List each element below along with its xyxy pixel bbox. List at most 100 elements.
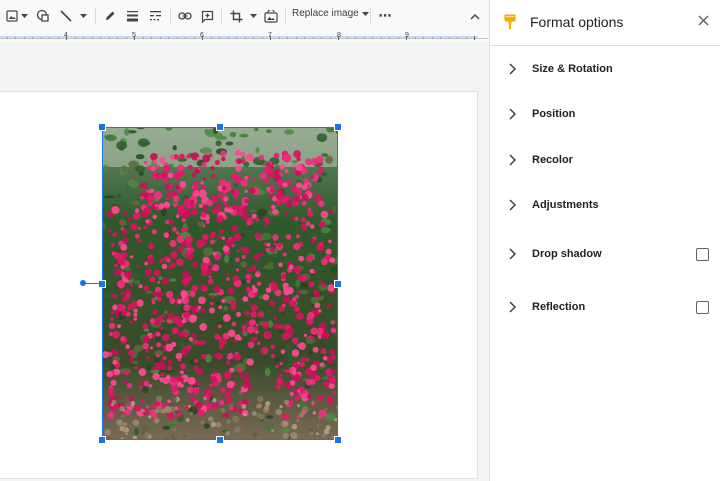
- shape-icon[interactable]: [35, 6, 51, 26]
- format-options-panel: Format options Size & Rotation Position …: [489, 0, 720, 481]
- reset-image-icon[interactable]: [263, 6, 279, 26]
- replace-image-label: Replace image: [292, 8, 359, 19]
- line-icon[interactable]: [58, 6, 74, 26]
- section-label: Reflection: [532, 301, 586, 313]
- close-icon[interactable]: [698, 15, 709, 26]
- ruler-tick: [143, 37, 144, 39]
- border-dash-icon[interactable]: [147, 6, 163, 26]
- section-label: Size & Rotation: [532, 63, 613, 75]
- resize-handle-top-right[interactable]: [334, 123, 342, 131]
- crop-dropdown-icon[interactable]: [249, 6, 257, 26]
- chevron-right-icon: [509, 301, 516, 313]
- ruler-tick: [440, 37, 441, 39]
- ruler-tick: [92, 37, 93, 39]
- selected-image[interactable]: [102, 127, 338, 440]
- section-reflection[interactable]: Reflection: [490, 292, 720, 322]
- ruler-tick: [364, 37, 365, 39]
- ruler-tick: [466, 37, 467, 39]
- ruler-tick: [347, 37, 348, 39]
- panel-title: Format options: [530, 14, 624, 30]
- resize-handle-bottom-left[interactable]: [98, 436, 106, 444]
- image-toolbar: Replace image ⋯: [0, 0, 488, 32]
- ruler-tick: [381, 37, 382, 39]
- ruler-tick: [168, 37, 169, 39]
- ruler-tick: [304, 37, 305, 39]
- crop-icon[interactable]: [228, 6, 244, 26]
- ruler-tick: [432, 37, 433, 39]
- ruler-tick: [75, 37, 76, 39]
- ruler-tick: [287, 37, 288, 39]
- ruler-tick: [423, 37, 424, 39]
- ruler-tick: [321, 37, 322, 39]
- reflection-checkbox[interactable]: [696, 300, 709, 314]
- resize-handle-top-left[interactable]: [98, 123, 106, 131]
- ruler-tick: [109, 37, 110, 39]
- ruler-tick: [58, 37, 59, 39]
- insert-image-dropdown-icon[interactable]: [20, 6, 28, 26]
- ruler-tick: [245, 37, 246, 39]
- section-recolor[interactable]: Recolor: [490, 145, 720, 175]
- resize-handle-top[interactable]: [216, 123, 224, 131]
- more-options-icon[interactable]: ⋯: [377, 6, 393, 26]
- ruler-tick: [330, 37, 331, 39]
- drop-shadow-checkbox[interactable]: [696, 247, 709, 261]
- panel-header: Format options: [490, 0, 720, 46]
- pen-icon[interactable]: [102, 6, 118, 26]
- text-anchor-handle[interactable]: [80, 280, 86, 286]
- ruler-number: 8: [337, 32, 341, 39]
- ruler-tick: [211, 37, 212, 39]
- ruler-tick: [185, 37, 186, 39]
- vertical-scrollbar[interactable]: [478, 42, 488, 481]
- collapse-toolbar-icon[interactable]: [468, 6, 482, 26]
- ruler-tick: [15, 37, 16, 39]
- ruler-number: 6: [200, 32, 204, 39]
- resize-handle-bottom-right[interactable]: [334, 436, 342, 444]
- section-label: Drop shadow: [532, 248, 602, 260]
- ruler-tick: [177, 37, 178, 39]
- section-label: Adjustments: [532, 199, 599, 211]
- section-position[interactable]: Position: [490, 99, 720, 129]
- ruler-number: 9: [405, 32, 409, 39]
- ruler-tick: [32, 37, 33, 39]
- ruler-number: 5: [132, 32, 136, 39]
- resize-handle-bottom[interactable]: [216, 436, 224, 444]
- ruler-tick: [389, 37, 390, 39]
- paint-format-icon: [504, 14, 516, 30]
- add-comment-icon[interactable]: [199, 6, 215, 26]
- ruler-tick: [398, 37, 399, 39]
- ruler-tick: [279, 37, 280, 39]
- ruler-tick: [126, 37, 127, 39]
- bougainvillea-photo: [102, 127, 338, 440]
- ruler-tick: [228, 37, 229, 39]
- ruler-tick: [24, 37, 25, 39]
- section-size-rotation[interactable]: Size & Rotation: [490, 54, 720, 84]
- ruler-tick: [296, 37, 297, 39]
- resize-handle-right[interactable]: [334, 280, 342, 288]
- line-dropdown-icon[interactable]: [79, 6, 87, 26]
- toolbar-divider: [221, 8, 222, 24]
- chevron-right-icon: [509, 248, 516, 260]
- ruler-tick: [83, 37, 84, 39]
- ruler-tick: [449, 37, 450, 39]
- link-icon[interactable]: [177, 6, 193, 26]
- chevron-right-icon: [509, 199, 516, 211]
- insert-image-icon[interactable]: [5, 6, 19, 26]
- ruler-tick: [49, 37, 50, 39]
- ruler-tick: [372, 37, 373, 39]
- ruler-tick: [415, 37, 416, 39]
- section-adjustments[interactable]: Adjustments: [490, 190, 720, 220]
- chevron-right-icon: [509, 108, 516, 120]
- resize-handle-left[interactable]: [98, 280, 106, 288]
- border-weight-icon[interactable]: [124, 6, 140, 26]
- chevron-right-icon: [509, 154, 516, 166]
- section-drop-shadow[interactable]: Drop shadow: [490, 239, 720, 269]
- ruler-tick: [117, 37, 118, 39]
- toolbar-divider: [285, 8, 286, 24]
- ruler-tick: [151, 37, 152, 39]
- ruler-number: 4: [64, 32, 68, 39]
- ruler-tick: [355, 37, 356, 39]
- toolbar-divider: [95, 8, 96, 24]
- dropdown-arrow-icon: [361, 11, 369, 16]
- chevron-right-icon: [509, 63, 516, 75]
- replace-image-button[interactable]: Replace image: [292, 8, 369, 19]
